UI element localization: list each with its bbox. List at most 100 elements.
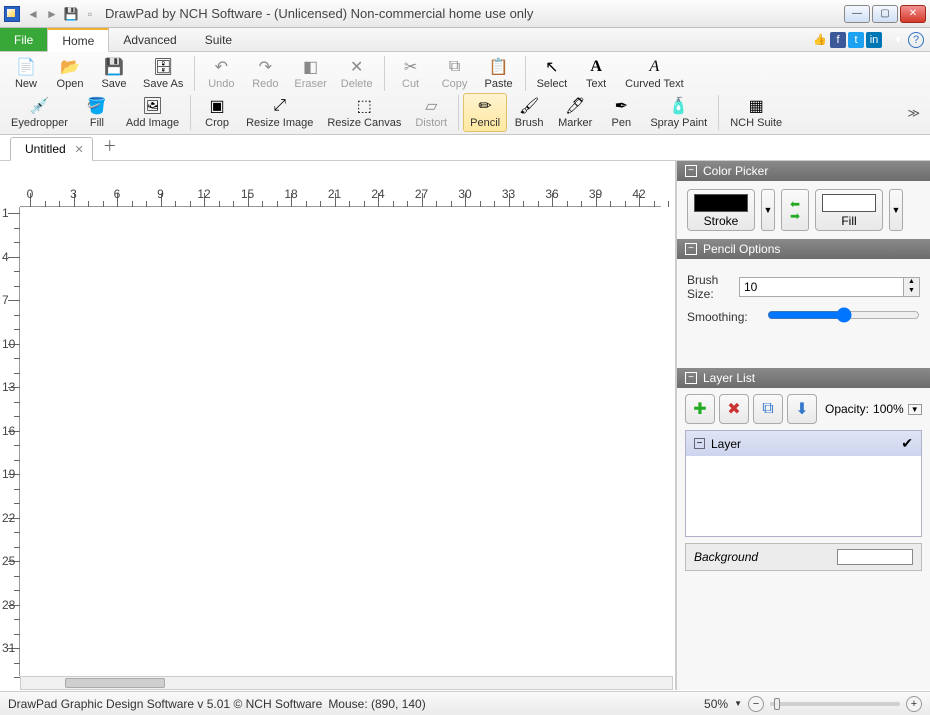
background-swatch[interactable]: [837, 549, 913, 565]
close-tab-icon[interactable]: ✕: [74, 143, 83, 156]
merge-layer-button[interactable]: ⬇: [787, 394, 817, 424]
menu-suite[interactable]: Suite: [191, 28, 246, 51]
new-button[interactable]: 📄New: [4, 54, 48, 93]
eyedropper-button[interactable]: 💉Eyedropper: [4, 93, 75, 132]
spraypaint-button[interactable]: 🧴Spray Paint: [643, 93, 714, 132]
zoom-value: 50%: [704, 697, 728, 711]
zoom-dropdown-icon[interactable]: ▼: [734, 699, 742, 708]
save-button[interactable]: 💾Save: [92, 54, 136, 93]
back-icon[interactable]: ◄: [24, 5, 42, 23]
help-dropdown-icon[interactable]: ▾: [890, 32, 906, 48]
ruler-horizontal: 03691215182124273033363942: [20, 187, 661, 207]
spin-down-icon[interactable]: ▼: [904, 287, 919, 296]
facebook-icon[interactable]: f: [830, 32, 846, 48]
help-icon[interactable]: ?: [908, 32, 924, 48]
menu-advanced[interactable]: Advanced: [109, 28, 190, 51]
fill-dropdown[interactable]: ▼: [889, 189, 903, 231]
add-tab-button[interactable]: ＋: [93, 132, 127, 160]
open-button[interactable]: 📂Open: [48, 54, 92, 93]
add-layer-button[interactable]: ✚: [685, 394, 715, 424]
ribbon: 📄New 📂Open 💾Save 🗄Save As ↶Undo ↷Redo ◧E…: [0, 52, 930, 135]
redo-button[interactable]: ↷Redo: [243, 54, 287, 93]
resizecanvas-button[interactable]: ⬚Resize Canvas: [320, 93, 408, 132]
workspace: 03691215182124273033363942 1471013161922…: [0, 161, 930, 690]
fill-swatch[interactable]: Fill: [815, 189, 883, 231]
minimize-button[interactable]: —: [844, 5, 870, 23]
stroke-swatch[interactable]: Stroke: [687, 189, 755, 231]
fill-color-icon: [822, 194, 876, 212]
like-icon[interactable]: 👍: [812, 32, 828, 48]
brushsize-input[interactable]: ▲▼: [739, 277, 920, 297]
menu-file[interactable]: File: [0, 28, 47, 51]
menubar: File Home Advanced Suite 👍 f t in ▾ ?: [0, 28, 930, 52]
background-row[interactable]: Background: [685, 543, 922, 571]
curvedtext-button[interactable]: ACurved Text: [618, 54, 691, 93]
delete-layer-button[interactable]: ✖: [719, 394, 749, 424]
fill-button[interactable]: 🪣Fill: [75, 93, 119, 132]
horizontal-scrollbar[interactable]: [20, 676, 673, 690]
menu-home[interactable]: Home: [47, 28, 109, 52]
ribbon-overflow-icon[interactable]: ≫: [901, 106, 926, 120]
save-icon[interactable]: 💾: [62, 5, 80, 23]
collapse-icon[interactable]: −: [685, 165, 697, 177]
opacity-dropdown-icon[interactable]: ▼: [908, 404, 922, 415]
titlebar: ◄ ► 💾 ▫ DrawPad by NCH Software - (Unlic…: [0, 0, 930, 28]
app-icon: [4, 6, 20, 22]
copy-button[interactable]: ⧉Copy: [433, 54, 477, 93]
paste-button[interactable]: 📋Paste: [477, 54, 521, 93]
status-text: DrawPad Graphic Design Software v 5.01 ©…: [8, 697, 322, 711]
smoothing-slider[interactable]: [767, 307, 920, 323]
smoothing-label: Smoothing:: [687, 310, 767, 324]
collapse-icon[interactable]: −: [685, 243, 697, 255]
layer-preview: [686, 456, 921, 536]
text-button[interactable]: AText: [574, 54, 618, 93]
saveas-button[interactable]: 🗄Save As: [136, 54, 190, 93]
background-label: Background: [694, 550, 758, 564]
collapse-icon[interactable]: −: [685, 372, 697, 384]
close-button[interactable]: ✕: [900, 5, 926, 23]
spin-up-icon[interactable]: ▲: [904, 278, 919, 287]
maximize-button[interactable]: ▢: [872, 5, 898, 23]
select-button[interactable]: ↖Select: [530, 54, 575, 93]
penciloptions-header[interactable]: − Pencil Options: [677, 239, 930, 259]
side-panels: − Color Picker Stroke ▼ ⬅➡ Fill ▼: [676, 161, 930, 690]
layer-visible-checkbox[interactable]: ✔: [901, 435, 913, 452]
cut-button[interactable]: ✂Cut: [389, 54, 433, 93]
pen-button[interactable]: ✒Pen: [599, 93, 643, 132]
layer-collapse-icon[interactable]: −: [694, 438, 705, 449]
swap-colors-button[interactable]: ⬅➡: [781, 189, 809, 231]
twitter-icon[interactable]: t: [848, 32, 864, 48]
status-mouse: Mouse: (890, 140): [328, 697, 425, 711]
resizeimage-button[interactable]: ⤢Resize Image: [239, 93, 320, 132]
addimage-button[interactable]: 🖼Add Image: [119, 93, 186, 132]
new-doc-icon[interactable]: ▫: [81, 5, 99, 23]
ruler-vertical: 1471013161922252831: [0, 207, 20, 676]
stroke-color-icon: [694, 194, 748, 212]
marker-button[interactable]: 🖊Marker: [551, 93, 599, 132]
doc-tab-untitled[interactable]: Untitled ✕: [10, 137, 93, 161]
window-title: DrawPad by NCH Software - (Unlicensed) N…: [105, 6, 844, 21]
eraser-button[interactable]: ◧Eraser: [287, 54, 333, 93]
canvas-area[interactable]: 03691215182124273033363942 1471013161922…: [0, 161, 676, 690]
stroke-dropdown[interactable]: ▼: [761, 189, 775, 231]
linkedin-icon[interactable]: in: [866, 32, 882, 48]
duplicate-layer-button[interactable]: ⧉: [753, 394, 783, 424]
brush-button[interactable]: 🖌Brush: [507, 93, 551, 132]
opacity-value: 100%: [873, 402, 904, 416]
zoom-in-button[interactable]: +: [906, 696, 922, 712]
zoom-out-button[interactable]: −: [748, 696, 764, 712]
nchsuite-button[interactable]: ▦NCH Suite: [723, 93, 789, 132]
undo-button[interactable]: ↶Undo: [199, 54, 243, 93]
pencil-button[interactable]: ✏Pencil: [463, 93, 507, 132]
layerlist-header[interactable]: − Layer List: [677, 368, 930, 388]
doc-tab-label: Untitled: [25, 142, 66, 156]
colorpicker-header[interactable]: − Color Picker: [677, 161, 930, 181]
forward-icon[interactable]: ►: [43, 5, 61, 23]
brushsize-label: Brush Size:: [687, 273, 739, 301]
distort-button[interactable]: ▱Distort: [408, 93, 454, 132]
delete-button[interactable]: ✕Delete: [334, 54, 380, 93]
layer-item[interactable]: − Layer ✔: [685, 430, 922, 537]
canvas[interactable]: [30, 217, 651, 666]
crop-button[interactable]: ▣Crop: [195, 93, 239, 132]
zoom-slider[interactable]: [770, 702, 900, 706]
